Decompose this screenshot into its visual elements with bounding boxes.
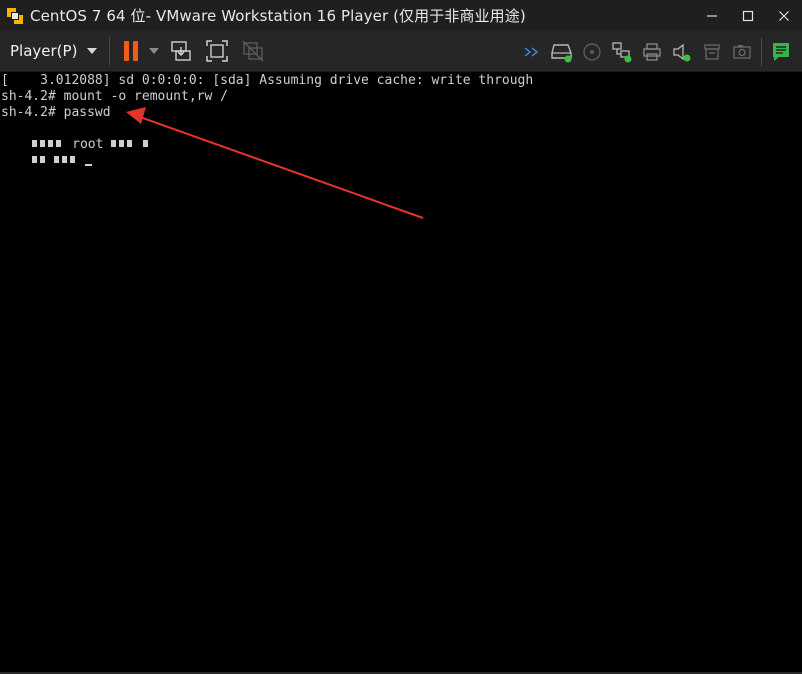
fullscreen-icon (206, 40, 229, 62)
garbled-glyph (54, 156, 60, 163)
chevron-down-icon (87, 48, 98, 54)
window-title: CentOS 7 64 位- VMware Workstation 16 Pla… (30, 7, 526, 25)
dropdown-icon (149, 48, 160, 54)
camera-icon (733, 44, 751, 59)
player-menu-button[interactable]: Player(P) (0, 31, 107, 72)
minimize-button[interactable] (694, 0, 730, 31)
close-icon (779, 10, 789, 21)
pause-button[interactable] (116, 33, 146, 69)
garbled-glyph (40, 140, 46, 147)
send-ctrl-alt-del-icon (171, 41, 192, 61)
garbled-glyph (56, 140, 62, 147)
maximize-button[interactable] (730, 0, 766, 31)
text-cursor (85, 164, 93, 166)
printer-icon (643, 42, 661, 61)
console-line: sh-4.2# passwd (1, 105, 111, 120)
network-icon (612, 41, 632, 62)
minimize-icon (707, 14, 717, 17)
unity-icon (242, 40, 264, 62)
toolbar: Player(P) (0, 31, 802, 72)
toolbar-divider (761, 37, 762, 66)
annotation-arrow (126, 107, 424, 219)
cd-icon (583, 42, 601, 61)
title-bar: CentOS 7 64 位- VMware Workstation 16 Pla… (0, 0, 802, 31)
maximize-icon (742, 10, 754, 21)
garbled-glyph (40, 156, 46, 163)
vm-console[interactable]: [ 3.012088] sd 0:0:0:0: [sda] Assuming d… (0, 72, 802, 672)
send-ctrl-alt-del-button[interactable] (166, 33, 196, 69)
cd-dvd-button[interactable] (577, 34, 607, 70)
hard-disk-icon (551, 43, 572, 62)
player-menu-label: Player(P) (10, 42, 78, 60)
message-log-button[interactable] (766, 34, 796, 70)
chevron-right-icon (524, 46, 539, 57)
sound-card-button[interactable] (667, 34, 697, 70)
vmware-logo-icon (4, 5, 26, 27)
close-button[interactable] (766, 0, 802, 31)
console-word: root (72, 137, 104, 152)
pause-dropdown-button[interactable] (146, 33, 162, 69)
garbled-glyph (111, 140, 117, 147)
pause-icon (124, 41, 139, 61)
garbled-glyph (70, 156, 76, 163)
garbled-glyph (48, 140, 54, 147)
garbled-glyph (32, 140, 38, 147)
console-line: [ 3.012088] sd 0:0:0:0: [sda] Assuming d… (1, 73, 534, 88)
camera-button[interactable] (727, 34, 757, 70)
garbled-glyph (127, 140, 133, 147)
garbled-glyph (32, 156, 38, 163)
message-log-icon (773, 42, 789, 61)
console-garbled-line: root (1, 121, 802, 152)
hard-disk-button[interactable] (547, 34, 577, 70)
sound-icon (673, 43, 691, 61)
printer-button[interactable] (637, 34, 667, 70)
unity-button[interactable] (238, 33, 268, 69)
garbled-glyph (143, 140, 149, 147)
usb-controller-button[interactable] (697, 34, 727, 70)
toolbar-divider (109, 37, 111, 65)
network-adapter-button[interactable] (607, 34, 637, 70)
console-line: sh-4.2# mount -o remount,rw / (1, 89, 228, 104)
garbled-glyph (119, 140, 125, 147)
usb-icon (704, 43, 720, 60)
more-devices-button[interactable] (517, 34, 547, 70)
fullscreen-button[interactable] (202, 33, 232, 69)
garbled-glyph (62, 156, 68, 163)
